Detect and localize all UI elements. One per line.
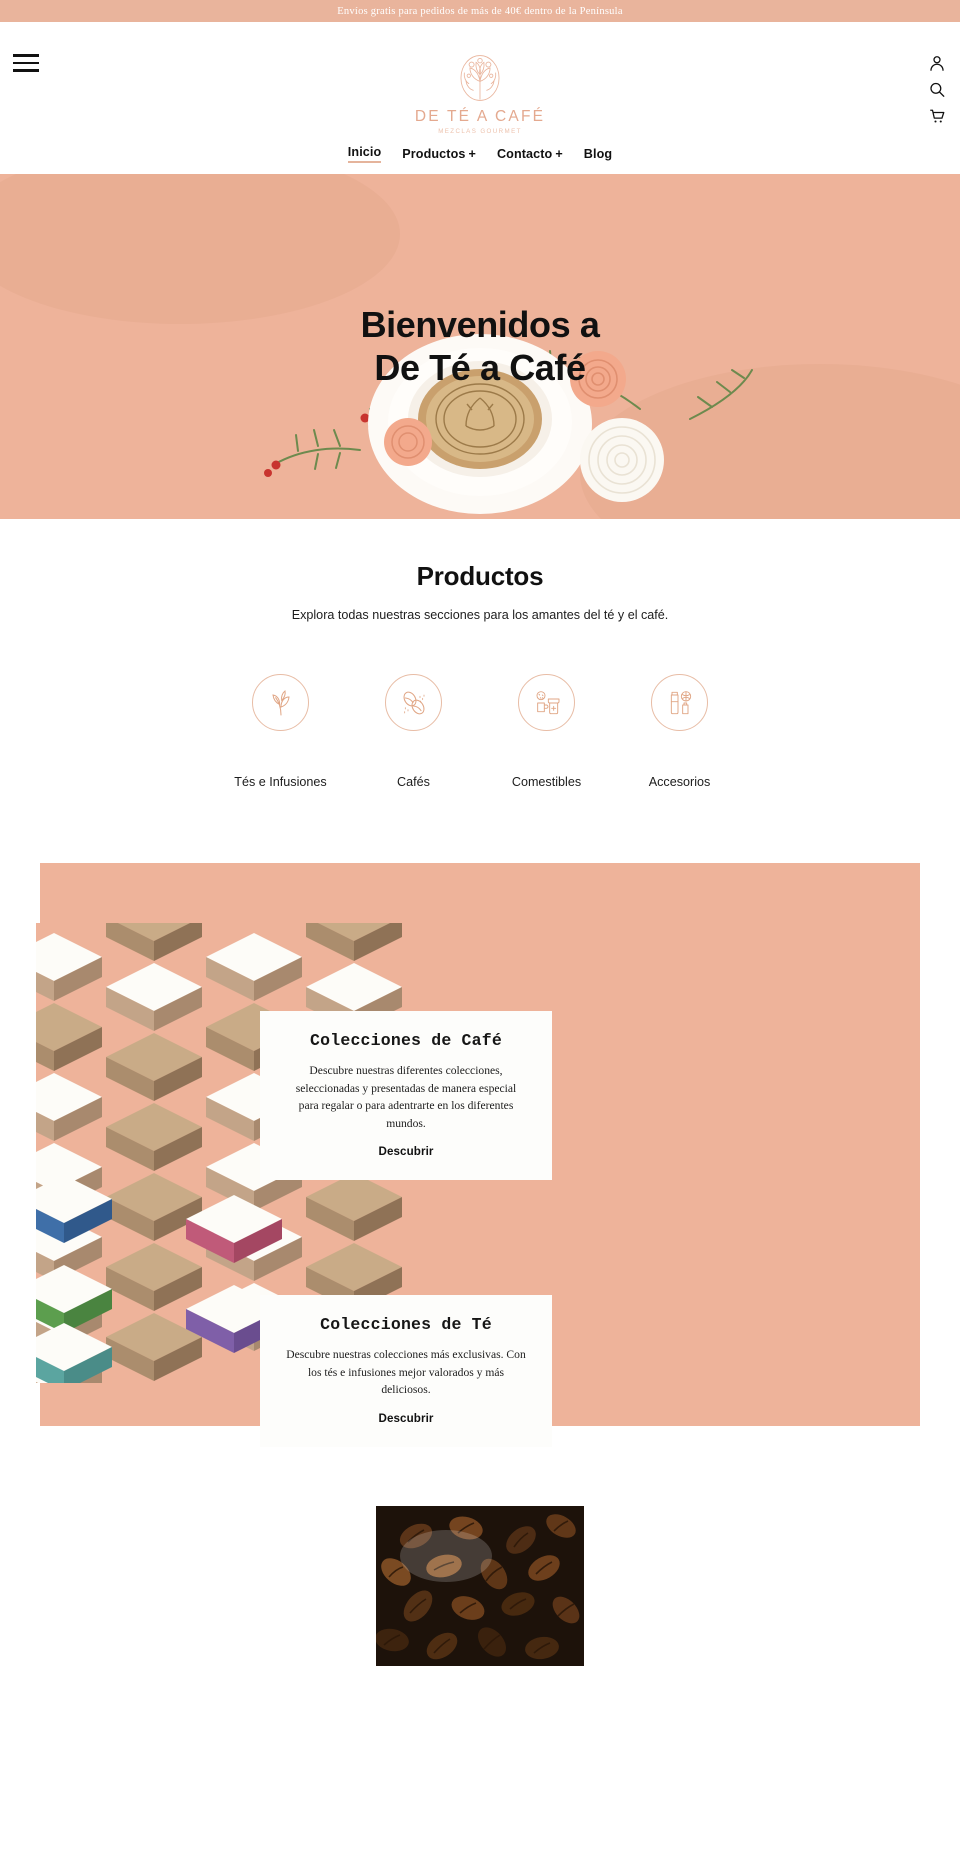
collection-card-cta-descubrir[interactable]: Descubrir: [378, 1145, 433, 1158]
collection-card-cafe: Colecciones de Café Descubre nuestras di…: [260, 1011, 552, 1181]
account-icon[interactable]: [928, 54, 946, 73]
collection-card-body: Descubre nuestras diferentes colecciones…: [295, 1064, 517, 1130]
brand-logo[interactable]: DE TÉ A CAFÉ MEZCLAS GOURMET: [0, 50, 960, 135]
nav-label: Productos: [402, 147, 466, 161]
nav-item-contacto[interactable]: Contacto +: [497, 147, 563, 161]
nav-label: Contacto: [496, 147, 553, 161]
collection-card-cta-descubrir[interactable]: Descubrir: [378, 1412, 433, 1425]
category-icon-ring: [651, 674, 708, 731]
chevron-plus-icon: +: [555, 147, 563, 161]
category-item-accesorios[interactable]: Accesorios: [613, 674, 746, 789]
collection-card-te: Colecciones de Té Descubre nuestras cole…: [260, 1295, 552, 1447]
hero-title-line1: Bienvenidos a: [360, 303, 600, 345]
products-section: Productos Explora todas nuestras seccion…: [0, 519, 960, 789]
coffee-beans-illustration: [376, 1506, 584, 1666]
search-icon[interactable]: [928, 80, 946, 99]
category-item-cafes[interactable]: Cafés: [347, 674, 480, 789]
cart-icon[interactable]: [928, 106, 946, 125]
logo-tagline: MEZCLAS GOURMET: [438, 128, 522, 135]
header-utility-icons: [928, 54, 946, 125]
collection-card-title: Colecciones de Café: [310, 1031, 502, 1050]
announcement-bar: Envíos gratis para pedidos de más de 40€…: [0, 0, 960, 22]
category-list: Tés e Infusiones Cafés Comestibles Acces…: [0, 674, 960, 789]
hero-title: Bienvenidos a De Té a Café: [0, 303, 960, 391]
jam-jar-icon: [536, 690, 559, 714]
category-label: Cafés: [397, 775, 430, 789]
category-label: Accesorios: [648, 775, 711, 789]
category-label: Tés e Infusiones: [234, 775, 327, 789]
category-label: Comestibles: [511, 775, 582, 789]
hero-banner: Bienvenidos a De Té a Café: [0, 174, 960, 519]
nav-label: Inicio: [347, 145, 382, 159]
collection-card-body: Descubre nuestras colecciones más exclus…: [286, 1348, 526, 1397]
category-item-comestibles[interactable]: Comestibles: [480, 674, 613, 789]
nav-item-inicio[interactable]: Inicio: [347, 145, 382, 163]
nav-label: Blog: [583, 147, 613, 161]
collections-band: Colecciones de Café Descubre nuestras di…: [36, 863, 920, 1447]
tea-leaf-icon: [271, 689, 290, 715]
main-navigation: Inicio Productos + Contacto + Blog: [0, 145, 960, 163]
nav-item-productos[interactable]: Productos +: [402, 147, 476, 161]
announcement-text: Envíos gratis para pedidos de más de 40€…: [337, 5, 623, 17]
coffee-bean-icon: [403, 691, 424, 714]
bottom-section: [0, 1506, 960, 1666]
nav-item-blog[interactable]: Blog: [584, 147, 612, 161]
site-header: DE TÉ A CAFÉ MEZCLAS GOURMET Inicio Prod…: [0, 22, 960, 174]
category-item-tes-e-infusiones[interactable]: Tés e Infusiones: [214, 674, 347, 789]
collection-card-title: Colecciones de Té: [320, 1315, 492, 1334]
thermos-bottle-icon: [670, 690, 691, 714]
chevron-plus-icon: +: [468, 147, 476, 161]
logo-wordmark: DE TÉ A CAFÉ: [414, 108, 546, 125]
products-subheading: Explora todas nuestras secciones para lo…: [291, 608, 669, 622]
hero-title-line2: De Té a Café: [374, 347, 586, 389]
category-icon-ring: [385, 674, 442, 731]
floral-circle-logo-icon: [460, 55, 500, 101]
coffee-beans-photo: [376, 1506, 584, 1666]
category-icon-ring: [518, 674, 575, 731]
category-icon-ring: [252, 674, 309, 731]
products-heading: Productos: [416, 561, 544, 591]
